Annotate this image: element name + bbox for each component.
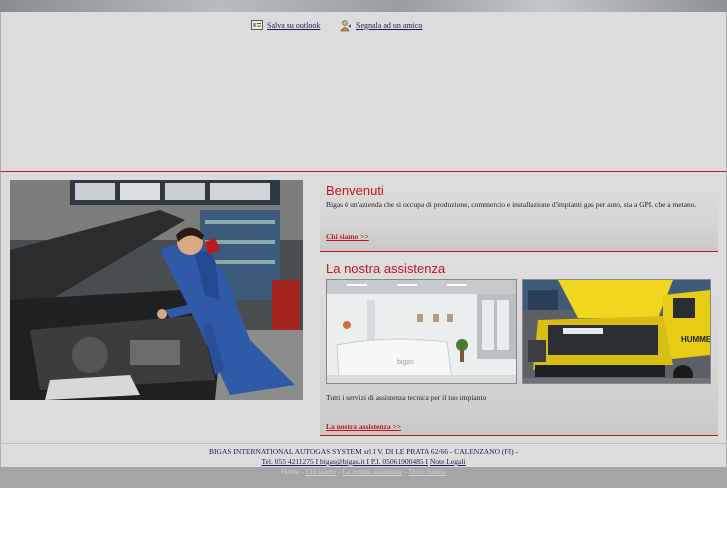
footer: BIGAS INTERNATIONAL AUTOGAS SYSTEM srl I… bbox=[0, 443, 727, 468]
nav-separator: - bbox=[404, 467, 407, 476]
header-panel: Salva su outlook Segnala ad un amico bbox=[0, 12, 727, 172]
nav-about[interactable]: Chi siamo bbox=[306, 467, 337, 476]
footer-address: BIGAS INTERNATIONAL AUTOGAS SYSTEM srl I… bbox=[209, 447, 518, 456]
hummer-photo: HUMMER bbox=[522, 279, 711, 384]
nav-dove-siamo[interactable]: Dove Siamo bbox=[409, 467, 446, 476]
reception-sign-text: bigas bbox=[397, 359, 414, 366]
about-us-link[interactable]: Chi siamo >> bbox=[326, 232, 369, 241]
nav-home[interactable]: Home bbox=[281, 467, 299, 476]
mechanic-photo bbox=[10, 180, 303, 400]
welcome-section: Benvenuti Bigas è un'azienda che si occu… bbox=[320, 175, 718, 252]
footer-contacts-link[interactable]: Tel. 055 4211275 I bigas@bigas.it I P.I.… bbox=[261, 457, 428, 466]
nav-assistance[interactable]: La nostra assistenza bbox=[342, 467, 402, 476]
save-outlook-label: Salva su outlook bbox=[267, 20, 321, 30]
main-content: Benvenuti Bigas è un'azienda che si occu… bbox=[0, 172, 727, 443]
welcome-title: Benvenuti bbox=[326, 183, 384, 198]
assistance-title: La nostra assistenza bbox=[326, 261, 446, 276]
footer-contacts-row: Tel. 055 4211275 I bigas@bigas.it I P.I.… bbox=[1, 457, 726, 466]
assistance-link[interactable]: La nostra assistenza >> bbox=[326, 422, 401, 431]
legal-notes-link[interactable]: Note Legali bbox=[430, 457, 466, 466]
recommend-friend-label: Segnala ad un amico bbox=[356, 20, 423, 30]
nav-separator: - bbox=[338, 467, 341, 476]
outlook-card-icon bbox=[251, 20, 263, 30]
top-banner-strip bbox=[0, 0, 727, 12]
recommend-friend-link[interactable]: Segnala ad un amico bbox=[340, 18, 422, 32]
assistance-section: La nostra assistenza bigas HUMM Tutti i … bbox=[320, 257, 718, 436]
hood-brand-text: HUMMER bbox=[681, 335, 710, 344]
nav-separator: - bbox=[301, 467, 304, 476]
save-outlook-link[interactable]: Salva su outlook bbox=[251, 18, 320, 32]
reception-photo: bigas bbox=[326, 279, 517, 384]
friend-icon bbox=[340, 20, 352, 32]
welcome-text: Bigas è un'azienda che si occupa di prod… bbox=[326, 200, 697, 209]
bottom-nav: Home - Chi siamo - La nostra assistenza … bbox=[0, 467, 727, 488]
assistance-text: Tutti i servizi di assistenza tecnica pe… bbox=[326, 393, 487, 402]
